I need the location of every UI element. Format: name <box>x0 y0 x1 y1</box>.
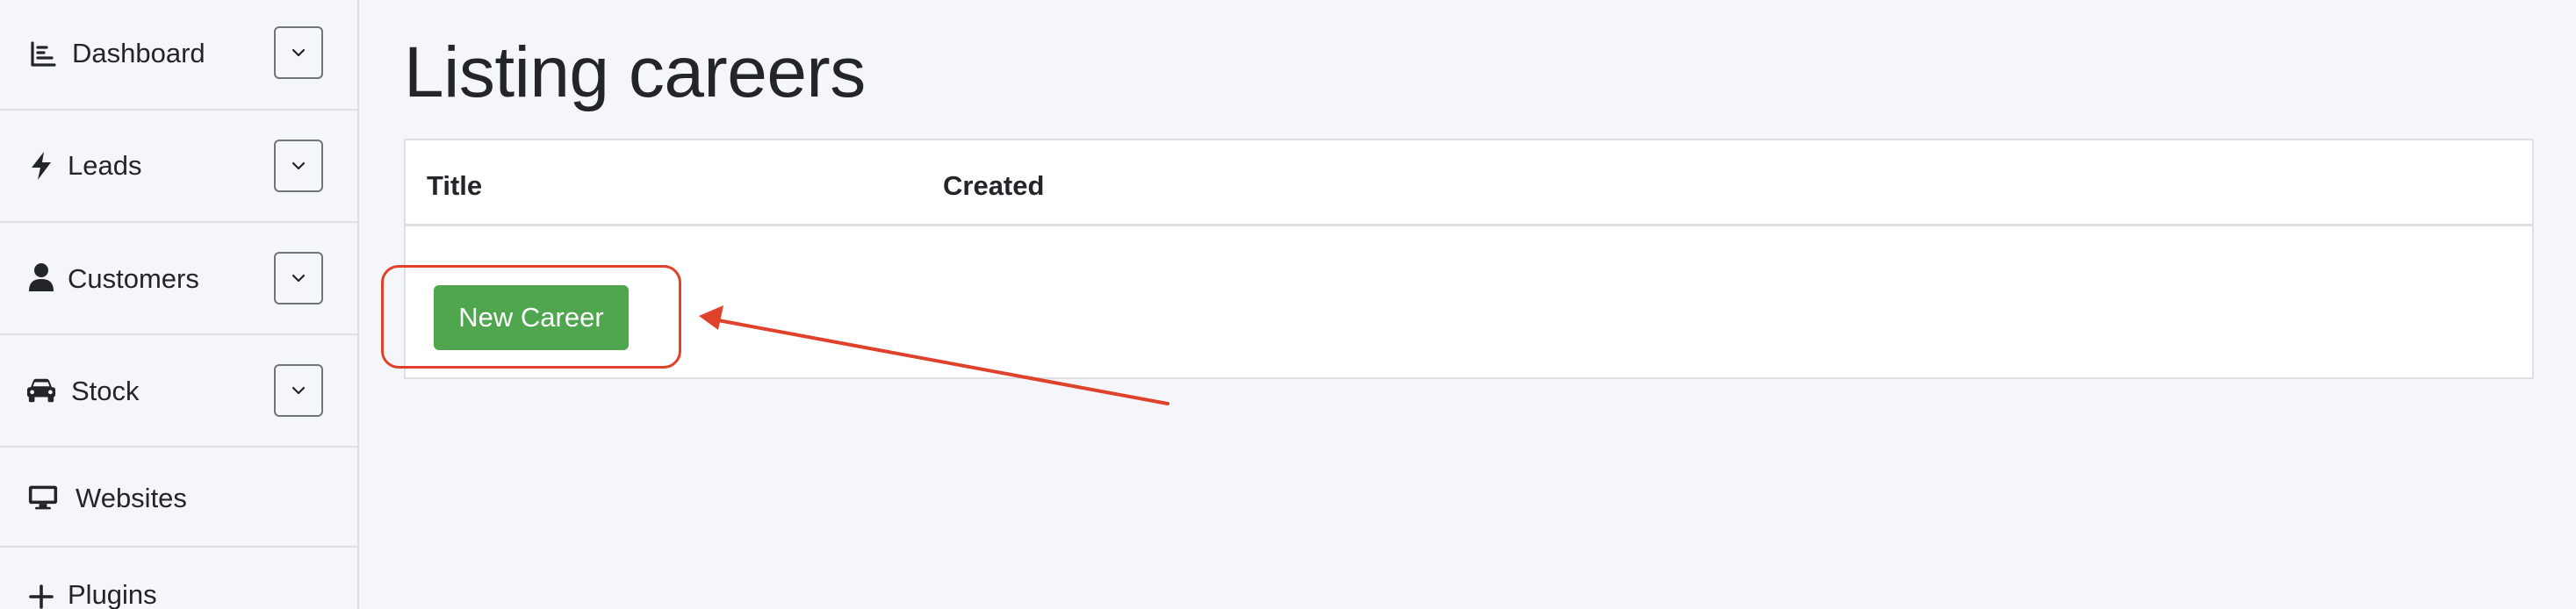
sidebar-item-label: Customers <box>68 263 199 294</box>
stock-expand-toggle[interactable] <box>274 364 323 417</box>
plus-icon <box>26 582 56 609</box>
chevron-down-icon <box>291 161 306 170</box>
chevron-down-icon <box>291 274 306 283</box>
user-icon <box>26 262 56 292</box>
car-icon <box>26 376 56 405</box>
chevron-down-icon <box>291 48 306 57</box>
sidebar-item-label: Leads <box>68 150 142 181</box>
bar-chart-icon <box>28 39 58 69</box>
monitor-icon <box>28 483 58 512</box>
sidebar-item-leads[interactable]: Leads <box>0 111 357 223</box>
leads-expand-toggle[interactable] <box>274 140 323 192</box>
customers-expand-toggle[interactable] <box>274 252 323 304</box>
sidebar-item-label: Websites <box>76 483 187 513</box>
careers-table: Title Created <box>404 139 2534 379</box>
column-header-title: Title <box>427 170 483 201</box>
page-title: Listing careers <box>404 32 866 112</box>
sidebar: Dashboard Leads Customers Stock Websites… <box>0 0 359 609</box>
sidebar-item-customers[interactable]: Customers <box>0 223 357 335</box>
sidebar-item-stock[interactable]: Stock <box>0 335 357 448</box>
sidebar-item-label: Stock <box>71 376 140 406</box>
app-root: Dashboard Leads Customers Stock Websites… <box>0 0 2576 609</box>
sidebar-item-label: Plugins <box>68 579 157 609</box>
dashboard-expand-toggle[interactable] <box>274 26 323 79</box>
chevron-down-icon <box>291 386 306 395</box>
new-career-button[interactable]: New Career <box>434 285 629 350</box>
sidebar-item-label: Dashboard <box>72 38 205 68</box>
lightning-icon <box>26 151 56 181</box>
sidebar-item-websites[interactable]: Websites <box>0 448 357 548</box>
sidebar-item-dashboard[interactable]: Dashboard <box>0 0 357 111</box>
table-header: Title Created <box>406 140 2532 226</box>
column-header-created: Created <box>943 170 1045 201</box>
sidebar-item-plugins[interactable]: Plugins <box>0 548 357 609</box>
